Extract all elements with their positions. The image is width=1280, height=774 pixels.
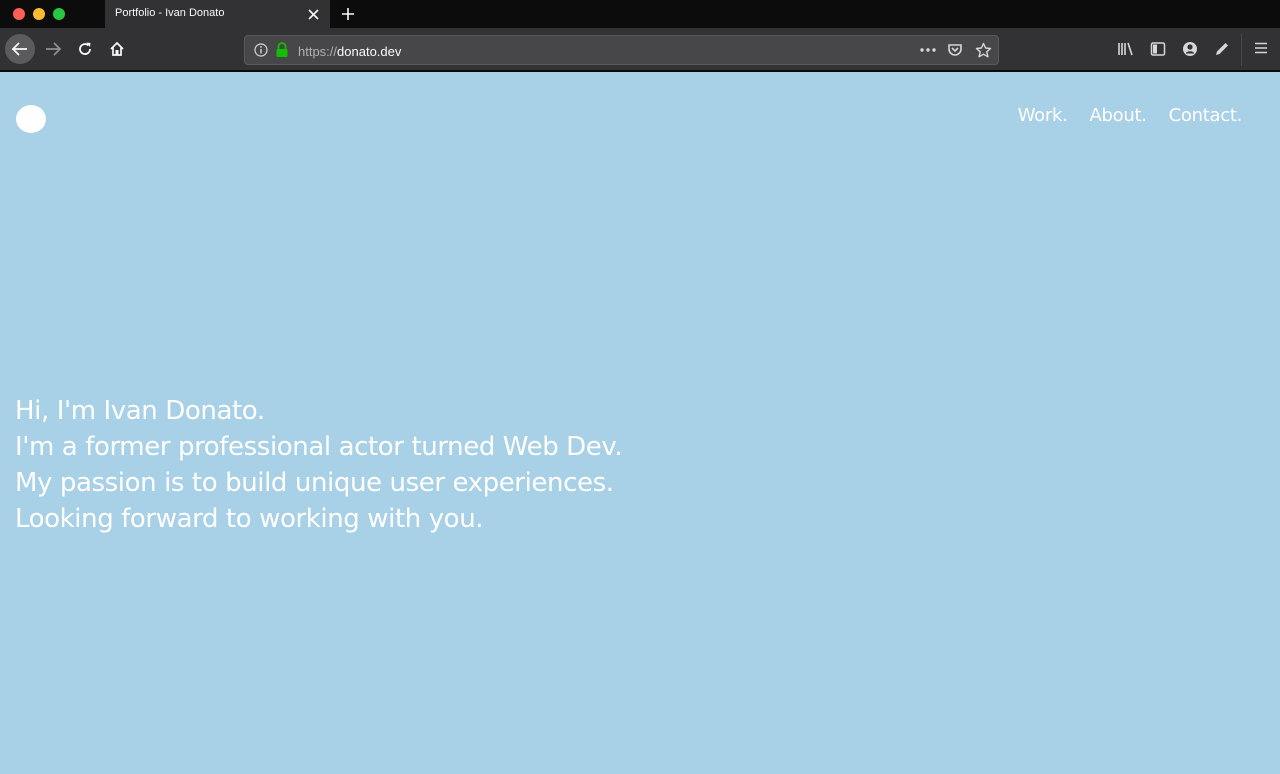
hero-intro: Hi, I'm Ivan Donato. I'm a former profes… [15,393,715,537]
url-text[interactable]: https://donato.dev [298,44,401,59]
nav-link-work[interactable]: Work. [1018,105,1068,126]
url-host: donato.dev [337,44,402,59]
star-icon[interactable] [975,42,992,64]
hero-line-passion: My passion is to build unique user exper… [15,468,614,498]
site-logo[interactable] [16,105,46,133]
hero-line-closing: Looking forward to working with you. [15,504,484,534]
window-minimize-button[interactable] [33,8,45,20]
nav-link-about[interactable]: About. [1090,105,1147,126]
tab-strip: Portfolio - Ivan Donato [0,0,1280,28]
toolbar-divider [1241,34,1242,66]
close-icon[interactable] [304,5,322,23]
reload-icon[interactable] [70,34,100,64]
info-icon[interactable] [254,43,268,62]
arrow-right-icon[interactable] [38,34,68,64]
account-icon[interactable] [1182,41,1198,62]
nav-toolbar: https://donato.dev [0,28,1280,71]
arrow-left-icon[interactable] [5,34,35,64]
pencil-icon[interactable] [1214,41,1230,62]
window-close-button[interactable] [13,8,25,20]
pocket-icon[interactable] [947,42,963,63]
window-zoom-button[interactable] [53,8,65,20]
tab-title: Portfolio - Ivan Donato [115,7,225,19]
hero-line-background: I'm a former professional actor turned W… [15,432,623,462]
url-bar[interactable]: https://donato.dev [244,35,999,65]
plus-icon[interactable] [337,3,359,25]
url-scheme: https:// [298,44,338,59]
sidebar-icon[interactable] [1150,41,1166,62]
site-nav: Work. About. Contact. [1018,105,1243,126]
nav-link-contact[interactable]: Contact. [1169,105,1243,126]
browser-tab-active[interactable]: Portfolio - Ivan Donato [105,0,330,28]
hamburger-menu-icon[interactable] [1254,41,1268,60]
ellipsis-icon[interactable] [919,43,937,62]
lock-icon[interactable] [275,42,289,63]
page-content: Work. About. Contact. Hi, I'm Ivan Donat… [0,72,1280,774]
hero-line-greeting: Hi, I'm Ivan Donato. [15,396,265,426]
library-icon[interactable] [1117,41,1135,62]
home-icon[interactable] [102,34,132,64]
